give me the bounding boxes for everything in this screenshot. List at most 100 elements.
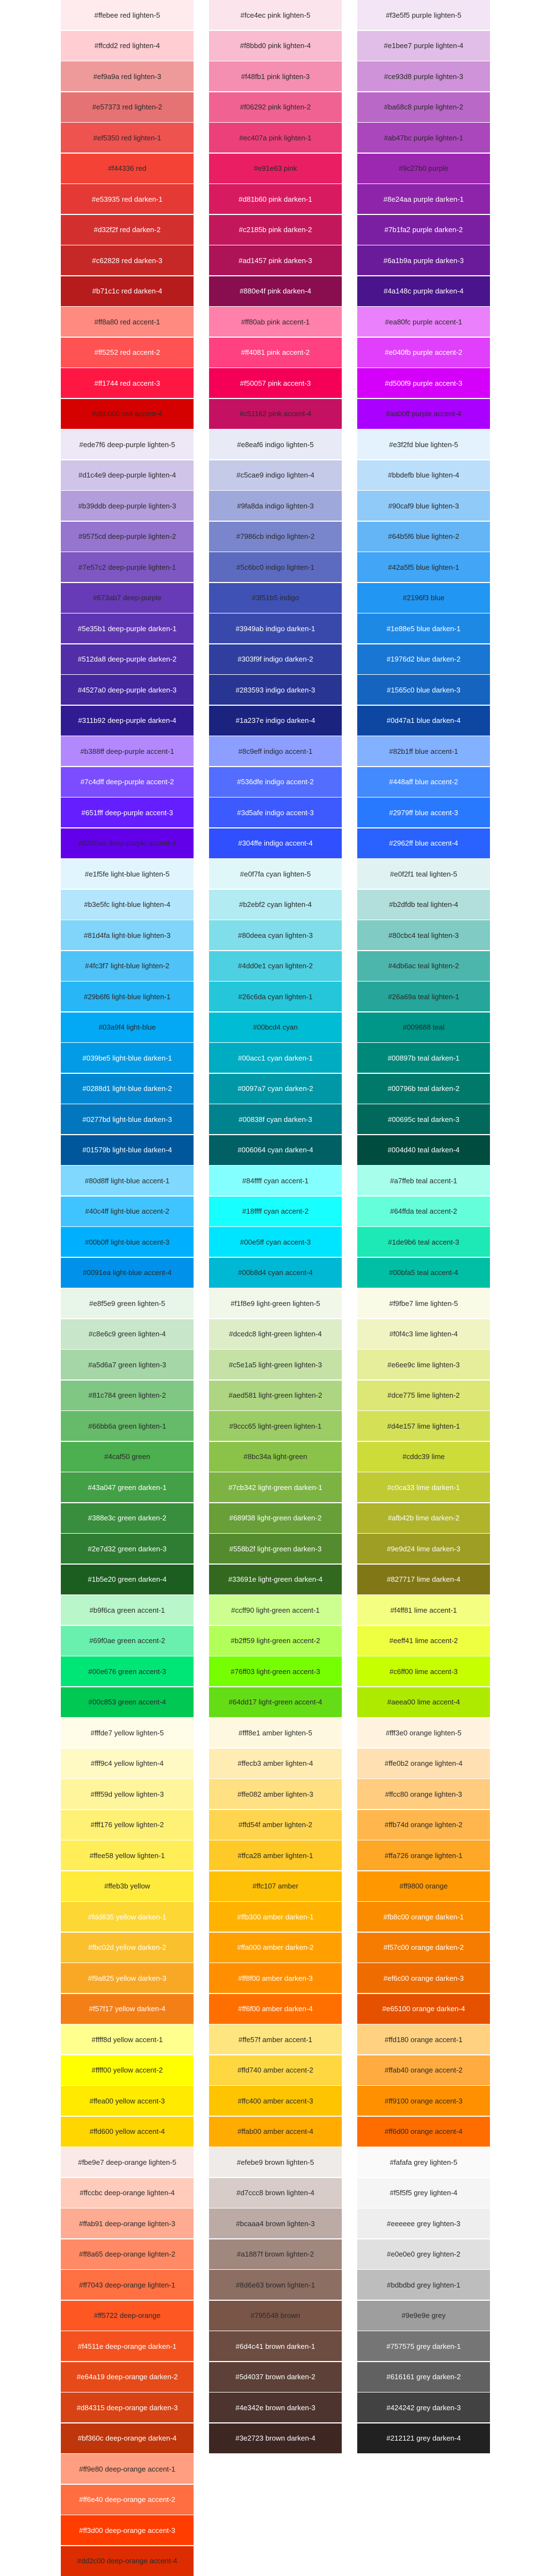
color-swatch-grey-lighten-2[interactable]: #e0e0e0 grey lighten-2: [357, 2239, 490, 2269]
color-swatch-lime-accent-3[interactable]: #c6ff00 lime accent-3: [357, 1656, 490, 1686]
color-swatch-yellow-accent-3[interactable]: #ffea00 yellow accent-3: [61, 2086, 194, 2116]
color-swatch-amber-lighten-2[interactable]: #ffd54f amber lighten-2: [209, 1809, 342, 1840]
color-swatch-green-lighten-3[interactable]: #a5d6a7 green lighten-3: [61, 1350, 194, 1379]
color-swatch-orange-lighten-1[interactable]: #ffa726 orange lighten-1: [357, 1840, 490, 1870]
color-swatch-green-accent-1[interactable]: #b9f6ca green accent-1: [61, 1595, 194, 1625]
color-swatch-light-blue[interactable]: #03a9f4 light-blue: [61, 1012, 194, 1042]
color-swatch-light-blue-accent-1[interactable]: #80d8ff light-blue accent-1: [61, 1166, 194, 1195]
color-swatch-purple-darken-2[interactable]: #7b1fa2 purple darken-2: [357, 214, 490, 245]
color-swatch-red-darken-2[interactable]: #d32f2f red darken-2: [61, 214, 194, 245]
color-swatch-grey-lighten-3[interactable]: #eeeeee grey lighten-3: [357, 2208, 490, 2238]
color-swatch-pink-accent-1[interactable]: #ff80ab pink accent-1: [209, 307, 342, 337]
color-swatch-brown-darken-2[interactable]: #5d4037 brown darken-2: [209, 2362, 342, 2392]
color-swatch-brown-lighten-5[interactable]: #efebe9 brown lighten-5: [209, 2147, 342, 2177]
color-swatch-brown-lighten-1[interactable]: #8d6e63 brown lighten-1: [209, 2270, 342, 2300]
color-swatch-light-green[interactable]: #8bc34a light-green: [209, 1441, 342, 1472]
color-swatch-deep-orange-darken-2[interactable]: #e64a19 deep-orange darken-2: [61, 2362, 194, 2392]
color-swatch-indigo[interactable]: #3f51b5 indigo: [209, 583, 342, 613]
color-swatch-indigo-accent-2[interactable]: #536dfe indigo accent-2: [209, 767, 342, 797]
color-swatch-orange[interactable]: #ff9800 orange: [357, 1871, 490, 1901]
color-swatch-grey-lighten-5[interactable]: #fafafa grey lighten-5: [357, 2147, 490, 2177]
color-swatch-teal-accent-4[interactable]: #00bfa5 teal accent-4: [357, 1257, 490, 1288]
color-swatch-grey-darken-2[interactable]: #616161 grey darken-2: [357, 2362, 490, 2392]
color-swatch-cyan-lighten-1[interactable]: #26c6da cyan lighten-1: [209, 982, 342, 1011]
color-swatch-indigo-lighten-5[interactable]: #e8eaf6 indigo lighten-5: [209, 429, 342, 459]
color-swatch-pink-accent-2[interactable]: #ff4081 pink accent-2: [209, 337, 342, 368]
color-swatch-yellow-darken-4[interactable]: #f57f17 yellow darken-4: [61, 1993, 194, 2024]
color-swatch-cyan-darken-1[interactable]: #00acc1 cyan darken-1: [209, 1043, 342, 1073]
color-swatch-deep-orange-lighten-3[interactable]: #ffab91 deep-orange lighten-3: [61, 2208, 194, 2238]
color-swatch-deep-purple-lighten-1[interactable]: #7e57c2 deep-purple lighten-1: [61, 552, 194, 582]
color-swatch-yellow[interactable]: #ffeb3b yellow: [61, 1871, 194, 1901]
color-swatch-purple-lighten-5[interactable]: #f3e5f5 purple lighten-5: [357, 0, 490, 30]
color-swatch-pink-accent-3[interactable]: #f50057 pink accent-3: [209, 368, 342, 398]
color-swatch-light-green-darken-4[interactable]: #33691e light-green darken-4: [209, 1564, 342, 1594]
color-swatch-orange-darken-1[interactable]: #fb8c00 orange darken-1: [357, 1902, 490, 1932]
color-swatch-pink-lighten-3[interactable]: #f48fb1 pink lighten-3: [209, 61, 342, 91]
color-swatch-yellow-lighten-5[interactable]: #fffde7 yellow lighten-5: [61, 1718, 194, 1748]
color-swatch-blue[interactable]: #2196f3 blue: [357, 583, 490, 613]
color-swatch-light-green-accent-1[interactable]: #ccff90 light-green accent-1: [209, 1595, 342, 1625]
color-swatch-teal-lighten-2[interactable]: #4db6ac teal lighten-2: [357, 951, 490, 981]
color-swatch-indigo-accent-3[interactable]: #3d5afe indigo accent-3: [209, 798, 342, 827]
color-swatch-lime-lighten-1[interactable]: #d4e157 lime lighten-1: [357, 1411, 490, 1441]
color-swatch-lime-lighten-5[interactable]: #f9fbe7 lime lighten-5: [357, 1288, 490, 1318]
color-swatch-indigo-lighten-4[interactable]: #c5cae9 indigo lighten-4: [209, 460, 342, 490]
color-swatch-light-green-lighten-4[interactable]: #dcedc8 light-green lighten-4: [209, 1319, 342, 1349]
color-swatch-brown-darken-3[interactable]: #4e342e brown darken-3: [209, 2393, 342, 2422]
color-swatch-orange-lighten-5[interactable]: #fff3e0 orange lighten-5: [357, 1718, 490, 1748]
color-swatch-deep-purple-darken-3[interactable]: #4527a0 deep-purple darken-3: [61, 675, 194, 705]
color-swatch-blue-lighten-1[interactable]: #42a5f5 blue lighten-1: [357, 552, 490, 582]
color-swatch-purple-accent-2[interactable]: #e040fb purple accent-2: [357, 337, 490, 368]
color-swatch-brown-darken-4[interactable]: #3e2723 brown darken-4: [209, 2423, 342, 2453]
color-swatch-amber[interactable]: #ffc107 amber: [209, 1871, 342, 1901]
color-swatch-deep-purple-darken-4[interactable]: #311b92 deep-purple darken-4: [61, 705, 194, 736]
color-swatch-lime-accent-4[interactable]: #aeea00 lime accent-4: [357, 1687, 490, 1717]
color-swatch-blue-lighten-4[interactable]: #bbdefb blue lighten-4: [357, 460, 490, 490]
color-swatch-deep-orange[interactable]: #ff5722 deep-orange: [61, 2300, 194, 2331]
color-swatch-light-green-lighten-5[interactable]: #f1f8e9 light-green lighten-5: [209, 1288, 342, 1318]
color-swatch-yellow-darken-1[interactable]: #fdd835 yellow darken-1: [61, 1902, 194, 1932]
color-swatch-brown-darken-1[interactable]: #6d4c41 brown darken-1: [209, 2331, 342, 2361]
color-swatch-light-blue-lighten-1[interactable]: #29b6f6 light-blue lighten-1: [61, 982, 194, 1011]
color-swatch-light-green-lighten-1[interactable]: #9ccc65 light-green lighten-1: [209, 1411, 342, 1441]
color-swatch-red-lighten-5[interactable]: #ffebee red lighten-5: [61, 0, 194, 30]
color-swatch-purple-darken-1[interactable]: #8e24aa purple darken-1: [357, 184, 490, 214]
color-swatch-pink-lighten-2[interactable]: #f06292 pink lighten-2: [209, 92, 342, 122]
color-swatch-light-green-accent-2[interactable]: #b2ff59 light-green accent-2: [209, 1625, 342, 1656]
color-swatch-cyan-lighten-3[interactable]: #80deea cyan lighten-3: [209, 920, 342, 950]
color-swatch-grey-darken-1[interactable]: #757575 grey darken-1: [357, 2331, 490, 2361]
color-swatch-cyan[interactable]: #00bcd4 cyan: [209, 1012, 342, 1042]
color-swatch-teal[interactable]: #009688 teal: [357, 1012, 490, 1042]
color-swatch-deep-orange-darken-4[interactable]: #bf360c deep-orange darken-4: [61, 2423, 194, 2453]
color-swatch-grey-lighten-1[interactable]: #bdbdbd grey lighten-1: [357, 2270, 490, 2300]
color-swatch-teal-darken-2[interactable]: #00796b teal darken-2: [357, 1073, 490, 1104]
color-swatch-lime-accent-1[interactable]: #f4ff81 lime accent-1: [357, 1595, 490, 1625]
color-swatch-cyan-accent-2[interactable]: #18ffff cyan accent-2: [209, 1196, 342, 1226]
color-swatch-deep-purple-accent-4[interactable]: #6200ea deep-purple accent-4: [61, 828, 194, 858]
color-swatch-grey-darken-3[interactable]: #424242 grey darken-3: [357, 2393, 490, 2422]
color-swatch-cyan-lighten-5[interactable]: #e0f7fa cyan lighten-5: [209, 859, 342, 889]
color-swatch-purple-darken-3[interactable]: #6a1b9a purple darken-3: [357, 245, 490, 275]
color-swatch-blue-accent-1[interactable]: #82b1ff blue accent-1: [357, 736, 490, 766]
color-swatch-orange-accent-1[interactable]: #ffd180 orange accent-1: [357, 2024, 490, 2054]
color-swatch-light-green-lighten-3[interactable]: #c5e1a5 light-green lighten-3: [209, 1350, 342, 1379]
color-swatch-amber-accent-2[interactable]: #ffd740 amber accent-2: [209, 2055, 342, 2085]
color-swatch-red-lighten-3[interactable]: #ef9a9a red lighten-3: [61, 61, 194, 91]
color-swatch-light-green-accent-3[interactable]: #76ff03 light-green accent-3: [209, 1656, 342, 1686]
color-swatch-light-blue-lighten-4[interactable]: #b3e5fc light-blue lighten-4: [61, 889, 194, 920]
color-swatch-deep-orange-lighten-2[interactable]: #ff8a65 deep-orange lighten-2: [61, 2239, 194, 2269]
color-swatch-teal-accent-3[interactable]: #1de9b6 teal accent-3: [357, 1227, 490, 1257]
color-swatch-deep-orange-darken-1[interactable]: #f4511e deep-orange darken-1: [61, 2331, 194, 2361]
color-swatch-purple-accent-1[interactable]: #ea80fc purple accent-1: [357, 307, 490, 337]
color-swatch-red-accent-3[interactable]: #ff1744 red accent-3: [61, 368, 194, 398]
color-swatch-blue-darken-1[interactable]: #1e88e5 blue darken-1: [357, 613, 490, 643]
color-swatch-indigo-lighten-2[interactable]: #7986cb indigo lighten-2: [209, 521, 342, 552]
color-swatch-lime-darken-4[interactable]: #827717 lime darken-4: [357, 1564, 490, 1594]
color-swatch-deep-purple-accent-2[interactable]: #7c4dff deep-purple accent-2: [61, 767, 194, 797]
color-swatch-green-accent-3[interactable]: #00e676 green accent-3: [61, 1656, 194, 1686]
color-swatch-cyan-accent-4[interactable]: #00b8d4 cyan accent-4: [209, 1257, 342, 1288]
color-swatch-purple-lighten-3[interactable]: #ce93d8 purple lighten-3: [357, 61, 490, 91]
color-swatch-orange-lighten-2[interactable]: #ffb74d orange lighten-2: [357, 1809, 490, 1840]
color-swatch-brown-lighten-3[interactable]: #bcaaa4 brown lighten-3: [209, 2208, 342, 2238]
